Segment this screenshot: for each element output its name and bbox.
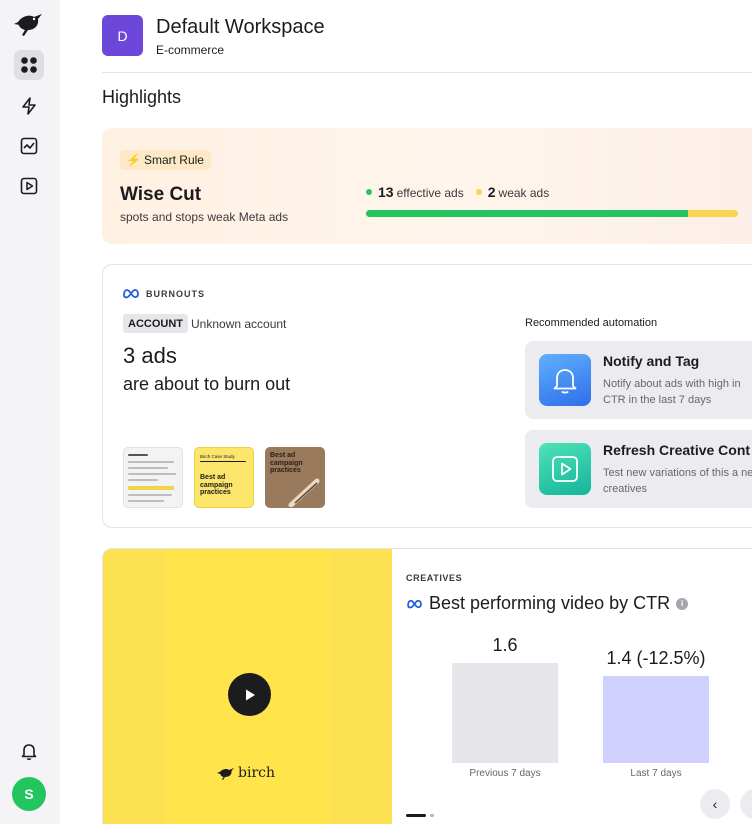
next-arrow-button[interactable]: › [740, 789, 752, 819]
ads-ratio-bar [366, 210, 738, 217]
bell-icon [539, 354, 591, 406]
workspace-name[interactable]: Default Workspace [156, 16, 325, 39]
recommendation-notify-and-tag[interactable]: Notify and Tag Notify about ads with hig… [525, 341, 752, 419]
thumb-text: Best ad campaign practices [270, 452, 303, 474]
lightning-icon [22, 97, 36, 115]
weak-ads-stat: 2 weak ads [475, 184, 549, 200]
recommendation-refresh-creative[interactable]: Refresh Creative Cont Test new variation… [525, 430, 752, 508]
ctr-bar-value-label: 1.6 [492, 635, 518, 655]
recommended-label: Recommended automation [525, 317, 658, 329]
thumb-line [200, 461, 246, 462]
thumb-line [128, 454, 148, 456]
ad-thumbnail-1[interactable] [123, 447, 183, 508]
smart-rule-card[interactable]: ⚡ Smart Rule Wise Cut spots and stops we… [102, 128, 752, 244]
smart-rule-subtitle: spots and stops weak Meta ads [120, 210, 289, 224]
grid-icon [21, 57, 37, 73]
smart-rule-title: Wise Cut [120, 184, 202, 205]
burnout-count: 3 ads [123, 343, 177, 368]
thumb-line [128, 473, 176, 475]
burnout-description: are about to burn out [123, 374, 291, 394]
recommendation-title: Notify and Tag [603, 353, 700, 369]
play-button[interactable] [228, 673, 271, 716]
burnouts-card[interactable]: BURNOUTS ACCOUNT Unknown account 3 ads a… [102, 264, 752, 528]
brand-watermark: birch [217, 765, 275, 781]
effective-dot-icon [366, 189, 372, 195]
bird-logo-icon [217, 768, 234, 780]
ad-thumbnail-3[interactable]: Best ad campaign practices [265, 447, 325, 508]
chevron-left-icon: ‹ [712, 796, 718, 812]
brand-name: birch [238, 765, 275, 781]
ctr-bar-category-label: Previous 7 days [469, 768, 541, 779]
effective-ratio-fill [366, 210, 689, 217]
header-divider [102, 72, 752, 73]
account-value: Unknown account [191, 317, 287, 331]
thumb-line [128, 486, 174, 490]
recommendation-desc: Notify about ads with high in CTR in the… [603, 378, 741, 406]
main-content: D Default Workspace E-commerce Highlight… [60, 0, 752, 824]
thumb-line [128, 467, 168, 469]
user-avatar[interactable]: S [12, 777, 46, 811]
smart-rule-stats: 13 effective ads 2 weak ads [366, 184, 549, 200]
workspace-avatar[interactable]: D [102, 15, 143, 56]
nav-dashboard[interactable] [14, 50, 44, 80]
meta-icon [123, 289, 139, 299]
bell-icon[interactable] [18, 740, 40, 762]
bird-logo-icon[interactable] [12, 8, 46, 40]
sidebar: S [0, 0, 60, 824]
thumb-line [128, 494, 172, 496]
weak-dot-icon [475, 189, 482, 195]
ctr-bar-value-label: 1.4 (-12.5%) [606, 647, 706, 668]
nav-automations[interactable] [14, 91, 44, 121]
effective-ads-stat: 13 effective ads [366, 184, 464, 200]
video-preview[interactable]: birch [103, 549, 392, 824]
app: S D Default Workspace E-commerce Highlig… [0, 0, 752, 824]
play-square-icon [20, 177, 38, 195]
pager-dot[interactable] [430, 814, 434, 817]
play-square-icon [539, 443, 591, 495]
prev-arrow-button[interactable]: ‹ [700, 789, 730, 819]
info-icon[interactable]: i [676, 597, 689, 610]
recommendation-desc: Test new variations of this a new creati… [603, 467, 752, 495]
nav-reports[interactable] [14, 131, 44, 161]
creatives-card[interactable]: birch CREATIVES Best performing video by… [102, 548, 752, 824]
burnouts-label: BURNOUTS [146, 289, 205, 299]
smart-rule-badge-label: Smart Rule [143, 153, 204, 167]
ctr-bar [452, 663, 558, 763]
thumb-line [128, 479, 158, 481]
lightning-icon: ⚡ [126, 153, 141, 167]
thumb-header: Birch Case Study [200, 454, 235, 459]
ad-thumbnail-2[interactable]: Birch Case Study Best ad campaign practi… [194, 447, 254, 508]
chart-icon [20, 137, 38, 155]
pen-illustration [288, 478, 320, 507]
creatives-title: Best performing video by CTR i [406, 593, 689, 614]
account-tag: ACCOUNT [123, 314, 188, 333]
ctr-bar [603, 675, 709, 763]
smart-rule-badge: ⚡ Smart Rule [120, 150, 211, 170]
page-title: Highlights [102, 87, 182, 107]
creatives-title-text: Best performing video by CTR [429, 593, 671, 613]
thumb-line [128, 461, 174, 463]
nav-creatives[interactable] [14, 171, 44, 201]
meta-icon [407, 599, 422, 609]
creatives-label: CREATIVES [406, 573, 463, 583]
thumb-line [128, 500, 164, 502]
workspace-type: E-commerce [156, 43, 225, 57]
ctr-bar-category-label: Last 7 days [630, 768, 682, 779]
thumb-text: Best ad campaign practices [200, 474, 233, 496]
play-icon [245, 689, 255, 700]
pager-dot-active[interactable] [406, 814, 426, 817]
carousel-pager [406, 814, 434, 817]
recommendation-title: Refresh Creative Cont [603, 442, 751, 458]
